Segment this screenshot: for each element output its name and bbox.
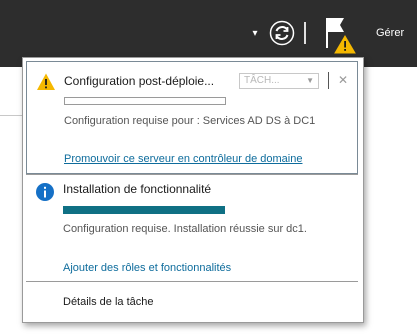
task-details-link[interactable]: Détails de la tâche — [63, 295, 154, 309]
divider — [26, 174, 358, 175]
flag-warning-icon[interactable] — [322, 14, 362, 56]
refresh-icon[interactable] — [268, 19, 296, 47]
task-select-label: TÂCH... — [244, 75, 280, 86]
notification-description: Configuration requise. Installation réus… — [63, 223, 307, 235]
vertical-separator — [328, 72, 329, 89]
chevron-down-icon: ▼ — [306, 76, 314, 85]
close-icon[interactable]: ✕ — [337, 73, 349, 87]
promote-domain-controller-link[interactable]: Promouvoir ce serveur en contrôleur de d… — [64, 152, 302, 166]
notification-title: Installation de fonctionnalité — [63, 182, 212, 196]
info-icon — [36, 183, 54, 201]
notification-item-post-deploy: Configuration post-déploie... TÂCH... ▼ … — [26, 61, 358, 174]
manage-menu[interactable]: Gérer — [376, 26, 404, 40]
task-select[interactable]: TÂCH... ▼ — [239, 73, 319, 89]
notification-description: Configuration requise pour : Services AD… — [64, 115, 316, 127]
progress-fill — [63, 206, 225, 214]
toolbar-separator — [304, 22, 306, 44]
divider — [26, 281, 358, 282]
progress-bar — [64, 97, 226, 105]
notifications-popup: Configuration post-déploie... TÂCH... ▼ … — [22, 57, 364, 323]
warning-icon — [37, 73, 55, 90]
progress-bar — [63, 206, 225, 214]
add-roles-features-link[interactable]: Ajouter des rôles et fonctionnalités — [63, 261, 231, 275]
caret-down-icon[interactable]: ▾ — [248, 27, 262, 41]
notification-title: Configuration post-déploie... — [64, 74, 215, 88]
